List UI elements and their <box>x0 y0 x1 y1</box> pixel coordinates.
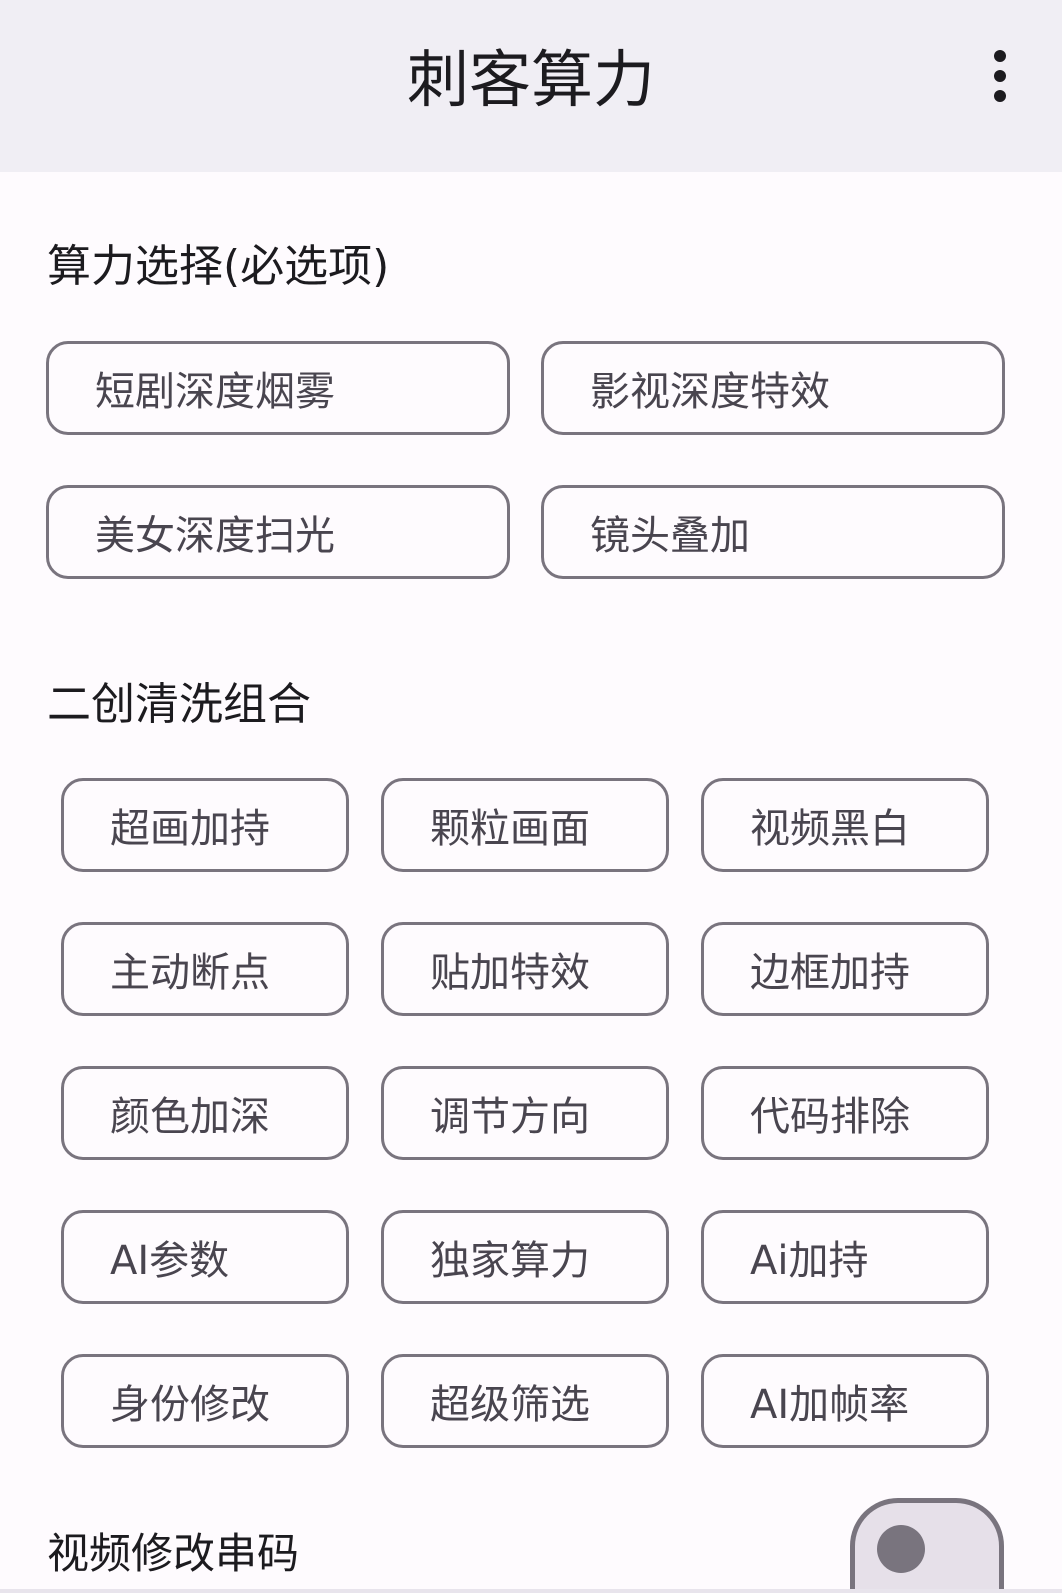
chip-label: 代码排除 <box>750 1094 910 1140</box>
remix-option-chip[interactable]: 代码排除 <box>701 1066 989 1160</box>
chip-label: 视频黑白 <box>750 806 910 852</box>
remix-option-chip[interactable]: 贴加特效 <box>381 922 669 1016</box>
remix-option-chip[interactable]: AI参数 <box>61 1210 349 1304</box>
chip-label: Ai加持 <box>750 1238 869 1284</box>
more-dot <box>994 50 1006 62</box>
chip-label: 超画加持 <box>110 806 270 852</box>
more-dot <box>994 90 1006 102</box>
compute-option-chip[interactable]: 影视深度特效 <box>541 341 1005 435</box>
chip-label: 边框加持 <box>750 950 910 996</box>
remix-option-chip[interactable]: 超画加持 <box>61 778 349 872</box>
chip-label: 短剧深度烟雾 <box>95 369 335 415</box>
remix-option-chip[interactable]: 主动断点 <box>61 922 349 1016</box>
remix-option-chip[interactable]: 身份修改 <box>61 1354 349 1448</box>
chip-label: 美女深度扫光 <box>95 513 335 559</box>
chip-label: 独家算力 <box>430 1238 590 1284</box>
video-serial-switch[interactable] <box>850 1498 1004 1593</box>
remix-option-chip[interactable]: 颜色加深 <box>61 1066 349 1160</box>
chip-label: 颗粒画面 <box>430 806 590 852</box>
more-dot <box>994 70 1006 82</box>
chip-label: 镜头叠加 <box>590 513 750 559</box>
compute-option-chip[interactable]: 短剧深度烟雾 <box>46 341 510 435</box>
remix-option-chip[interactable]: 超级筛选 <box>381 1354 669 1448</box>
top-app-bar: 刺客算力 <box>0 0 1062 172</box>
remix-option-chip[interactable]: 颗粒画面 <box>381 778 669 872</box>
app-title: 刺客算力 <box>406 43 655 116</box>
remix-option-chip[interactable]: 调节方向 <box>381 1066 669 1160</box>
chip-label: 影视深度特效 <box>590 369 830 415</box>
chip-label: 身份修改 <box>110 1382 270 1428</box>
compute-section-title: 算力选择(必选项) <box>47 241 390 292</box>
compute-option-chip[interactable]: 镜头叠加 <box>541 485 1005 579</box>
remix-option-chip[interactable]: Ai加持 <box>701 1210 989 1304</box>
chip-label: 调节方向 <box>430 1094 590 1140</box>
switch-thumb <box>877 1525 925 1573</box>
chip-label: 贴加特效 <box>430 950 590 996</box>
chip-label: 超级筛选 <box>430 1382 590 1428</box>
remix-option-chip[interactable]: 独家算力 <box>381 1210 669 1304</box>
remix-option-chip[interactable]: 视频黑白 <box>701 778 989 872</box>
remix-option-chip[interactable]: 边框加持 <box>701 922 989 1016</box>
remix-section-title: 二创清洗组合 <box>47 679 311 730</box>
chip-label: 颜色加深 <box>110 1094 270 1140</box>
chip-label: AI参数 <box>110 1238 230 1284</box>
compute-option-chip[interactable]: 美女深度扫光 <box>46 485 510 579</box>
more-vert-icon[interactable] <box>970 44 1030 108</box>
bottom-divider <box>0 1589 1062 1593</box>
video-serial-label: 视频修改串码 <box>47 1529 300 1578</box>
chip-label: 主动断点 <box>110 950 270 996</box>
chip-label: AI加帧率 <box>750 1382 910 1428</box>
remix-option-chip[interactable]: AI加帧率 <box>701 1354 989 1448</box>
